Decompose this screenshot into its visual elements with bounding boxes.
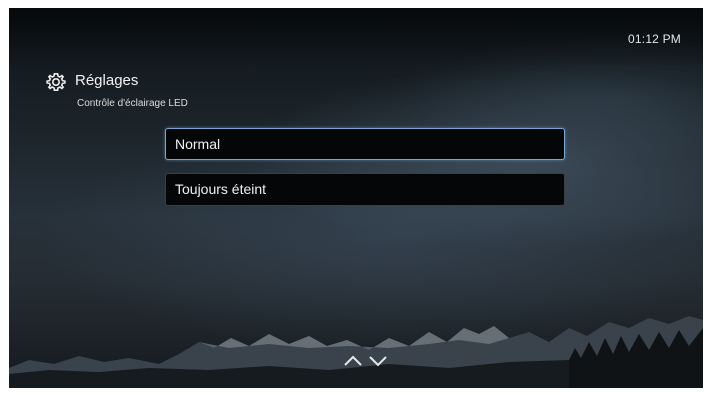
option-normal-label: Normal — [175, 136, 221, 152]
mountain-landscape — [9, 316, 703, 388]
top-bar: 01:12 PM — [9, 8, 703, 65]
nav-arrows — [344, 355, 387, 367]
clock: 01:12 PM — [628, 32, 681, 46]
gear-icon — [46, 73, 66, 91]
option-toujours-eteint-label: Toujours éteint — [175, 181, 267, 197]
chevron-up-icon[interactable] — [344, 355, 362, 366]
page-title: Réglages — [75, 72, 139, 89]
chevron-down-icon[interactable] — [369, 356, 387, 367]
option-toujours-eteint[interactable]: Toujours éteint — [165, 173, 565, 206]
page-subtitle: Contrôle d'éclairage LED — [77, 98, 188, 109]
option-normal[interactable]: Normal — [165, 128, 565, 160]
tv-screen: 01:12 PM Réglages Contrôle d'éclairage L… — [9, 8, 703, 388]
